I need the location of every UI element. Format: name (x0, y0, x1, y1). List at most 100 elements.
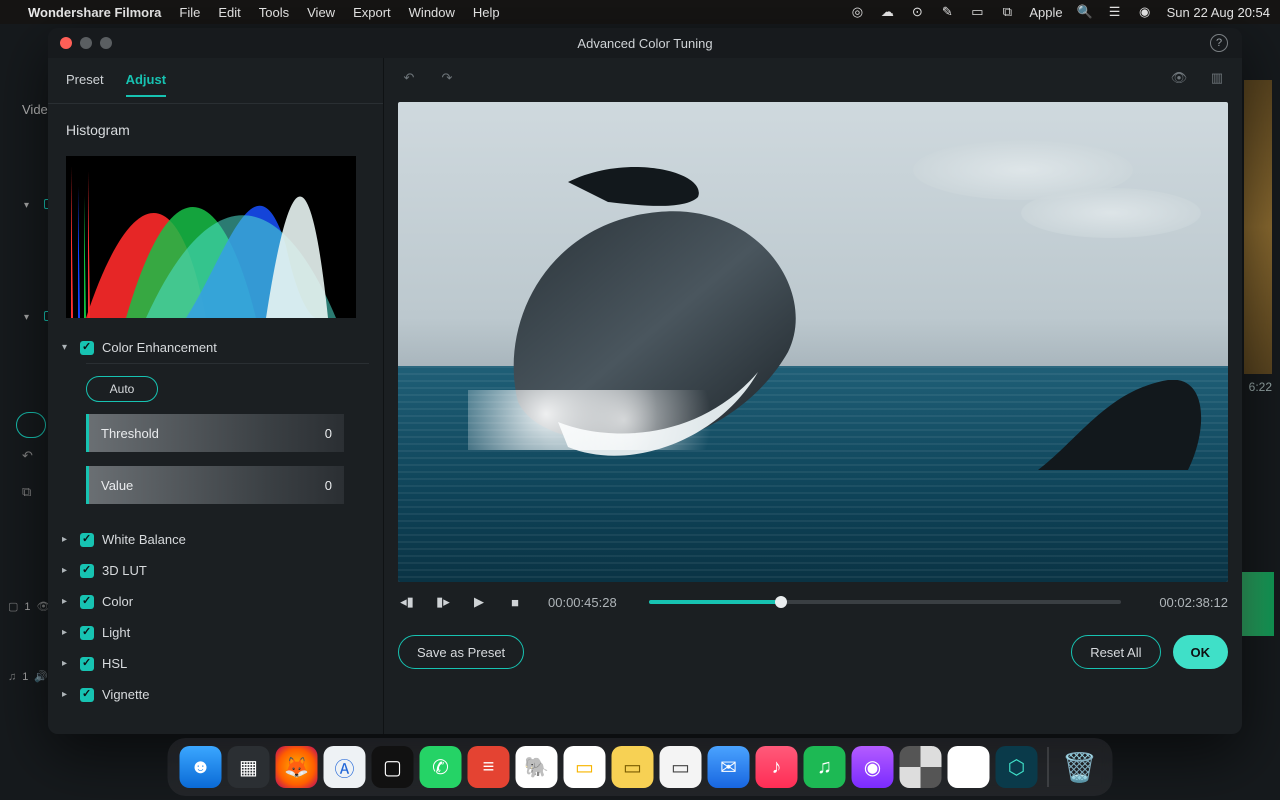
dock-libreoffice-icon[interactable]: ▭ (660, 746, 702, 788)
bg-duration-label: 6:22 (1249, 380, 1272, 394)
bg-undo-icon[interactable]: ↶ (22, 448, 33, 464)
dock-terminal-icon[interactable]: ▢ (372, 746, 414, 788)
checkbox-hsl[interactable] (80, 657, 94, 671)
compare-view-icon[interactable]: 👁 (1168, 70, 1190, 86)
bg-video-track-label: ▢▢ 11👁 (8, 600, 51, 613)
stop-icon[interactable]: ■ (506, 595, 524, 610)
dock-launchpad-icon[interactable]: ▦ (228, 746, 270, 788)
undo-icon[interactable]: ↶ (398, 70, 420, 86)
status-cloud-icon[interactable]: ☁ (879, 4, 895, 20)
dock-finder-icon[interactable]: ☻ (180, 746, 222, 788)
chevron-right-icon[interactable]: ▸ (62, 534, 72, 545)
dock-stickies-icon[interactable]: ▭ (612, 746, 654, 788)
menubar-clock[interactable]: Sun 22 Aug 20:54 (1167, 5, 1270, 20)
window-titlebar[interactable]: Advanced Color Tuning ? (48, 28, 1242, 58)
menu-help[interactable]: Help (473, 5, 500, 20)
dock-app-icon[interactable]: Ⓐ (324, 746, 366, 788)
dock-podcasts-icon[interactable]: ◉ (852, 746, 894, 788)
dock-chess-icon[interactable] (900, 746, 942, 788)
threshold-slider[interactable]: Threshold 0 (86, 414, 344, 452)
group-3d-lut: ▸3D LUT (48, 555, 383, 586)
checkbox-light[interactable] (80, 626, 94, 640)
group-color-enhancement: ▾ Color Enhancement Auto Threshold 0 Val… (48, 334, 383, 524)
value-slider[interactable]: Value 0 (86, 466, 344, 504)
value-label: Value (101, 478, 133, 493)
play-icon[interactable]: ▶ (470, 594, 488, 610)
group-color: ▸Color (48, 586, 383, 617)
save-as-preset-button[interactable]: Save as Preset (398, 635, 524, 669)
chevron-right-icon[interactable]: ▸ (62, 627, 72, 638)
bg-collapse-icon[interactable]: ▾ (24, 200, 29, 211)
status-play-icon[interactable]: ⊙ (909, 4, 925, 20)
status-link-icon[interactable]: ⧉ (999, 4, 1015, 20)
dock-notes-icon[interactable]: ▭ (564, 746, 606, 788)
checkbox-white-balance[interactable] (80, 533, 94, 547)
menu-view[interactable]: View (307, 5, 335, 20)
chevron-right-icon[interactable]: ▸ (62, 689, 72, 700)
redo-icon[interactable]: ↷ (436, 70, 458, 86)
macos-menubar: Wondershare Filmora File Edit Tools View… (0, 0, 1280, 24)
histogram-chart (66, 156, 356, 318)
chevron-right-icon[interactable]: ▸ (62, 658, 72, 669)
checkbox-color[interactable] (80, 595, 94, 609)
dock-evernote-icon[interactable]: 🐘 (516, 746, 558, 788)
bg-preview-strip (1244, 80, 1272, 374)
before-after-icon[interactable]: ▥ (1206, 70, 1228, 86)
ok-button[interactable]: OK (1173, 635, 1229, 669)
dock-mail-icon[interactable]: ✉ (708, 746, 750, 788)
control-center-icon[interactable]: ☰ (1107, 4, 1123, 20)
menu-window[interactable]: Window (409, 5, 455, 20)
macos-dock: ☻ ▦ 🦊 Ⓐ ▢ ✆ ≡ 🐘 ▭ ▭ ▭ ✉ ♪ ♫ ◉ ◉ ⬡ 🗑️ (168, 738, 1113, 796)
histogram-label: Histogram (48, 104, 383, 148)
value-value: 0 (325, 478, 332, 493)
status-sync-icon[interactable]: ◎ (849, 4, 865, 20)
group-light: ▸Light (48, 617, 383, 648)
checkbox-vignette[interactable] (80, 688, 94, 702)
group-white-balance: ▸White Balance (48, 524, 383, 555)
video-preview[interactable] (398, 102, 1228, 582)
checkbox-color-enhancement[interactable] (80, 341, 94, 355)
spotlight-icon[interactable]: 🔍 (1077, 4, 1093, 20)
bg-sidebar-label: Vide (22, 102, 48, 117)
bg-collapse-icon-2[interactable]: ▾ (24, 312, 29, 323)
dock-firefox-icon[interactable]: 🦊 (276, 746, 318, 788)
help-icon[interactable]: ? (1210, 34, 1228, 52)
siri-icon[interactable]: ◉ (1137, 4, 1153, 20)
preview-panel: ↶ ↷ 👁 ▥ (384, 58, 1242, 734)
adjust-panel: Preset Adjust Histogram (48, 58, 384, 734)
step-back-icon[interactable]: ◂▮ (398, 594, 416, 610)
dock-filmora-icon[interactable]: ⬡ (996, 746, 1038, 788)
chevron-down-icon[interactable]: ▾ (62, 342, 72, 353)
menu-tools[interactable]: Tools (259, 5, 289, 20)
dock-whatsapp-icon[interactable]: ✆ (420, 746, 462, 788)
total-time: 00:02:38:12 (1159, 595, 1228, 610)
playhead-time: 00:00:45:28 (548, 595, 617, 610)
menubar-app-name[interactable]: Wondershare Filmora (28, 5, 161, 20)
group-label: Color Enhancement (102, 340, 217, 355)
auto-button[interactable]: Auto (86, 376, 158, 402)
bg-round-button[interactable] (16, 412, 46, 438)
playback-scrubber[interactable] (649, 600, 1122, 604)
menu-file[interactable]: File (179, 5, 200, 20)
status-apple-label[interactable]: Apple (1029, 5, 1062, 20)
menu-export[interactable]: Export (353, 5, 391, 20)
scrubber-knob[interactable] (775, 596, 787, 608)
bg-duplicate-icon[interactable]: ⧉ (22, 484, 31, 500)
dock-spotify-icon[interactable]: ♫ (804, 746, 846, 788)
dock-chrome-icon[interactable]: ◉ (948, 746, 990, 788)
checkbox-3d-lut[interactable] (80, 564, 94, 578)
bg-timeline-thumbs (1240, 572, 1274, 636)
dock-trash-icon[interactable]: 🗑️ (1059, 746, 1101, 788)
status-pencil-icon[interactable]: ✎ (939, 4, 955, 20)
chevron-right-icon[interactable]: ▸ (62, 565, 72, 576)
dock-todoist-icon[interactable]: ≡ (468, 746, 510, 788)
dock-music-icon[interactable]: ♪ (756, 746, 798, 788)
status-battery-icon[interactable]: ▭ (969, 4, 985, 20)
step-forward-icon[interactable]: ▮▸ (434, 594, 452, 610)
chevron-right-icon[interactable]: ▸ (62, 596, 72, 607)
reset-all-button[interactable]: Reset All (1071, 635, 1160, 669)
tab-adjust[interactable]: Adjust (126, 72, 166, 97)
threshold-value: 0 (325, 426, 332, 441)
menu-edit[interactable]: Edit (218, 5, 240, 20)
tab-preset[interactable]: Preset (66, 72, 104, 97)
